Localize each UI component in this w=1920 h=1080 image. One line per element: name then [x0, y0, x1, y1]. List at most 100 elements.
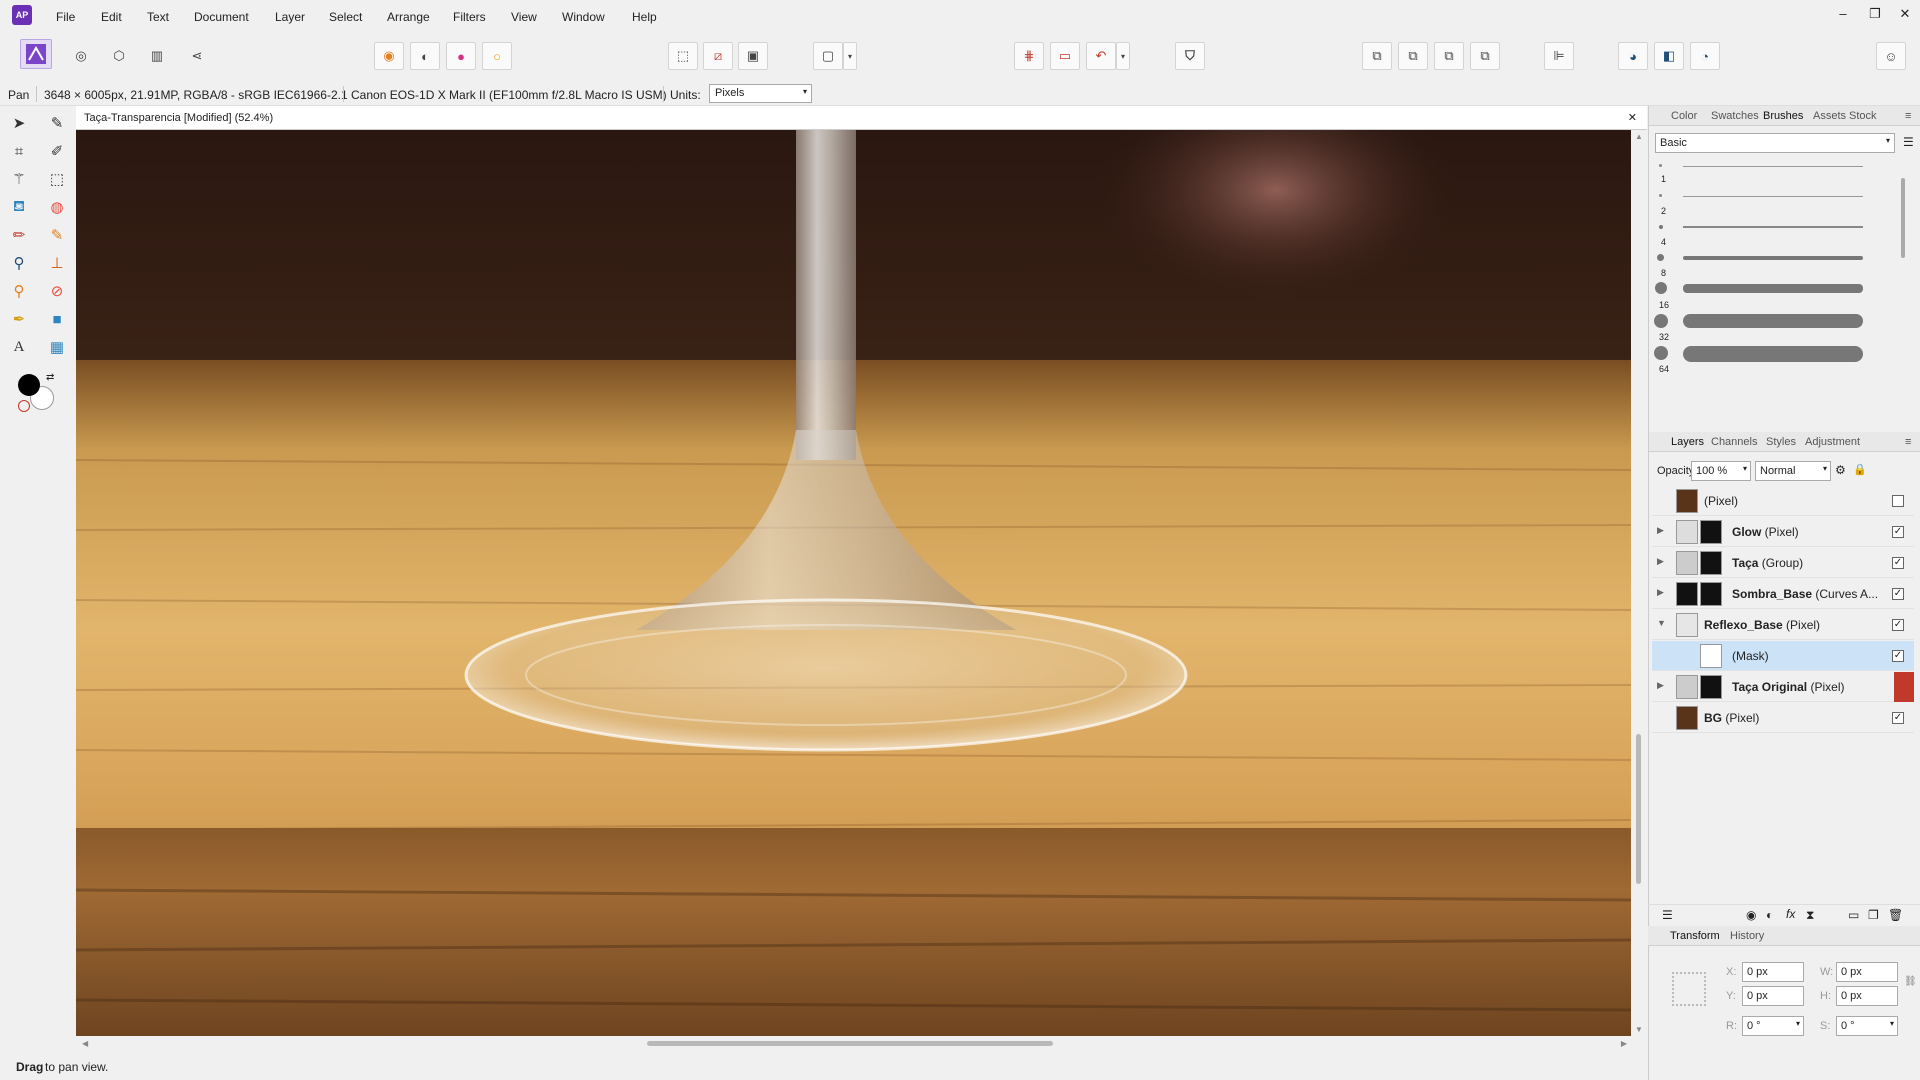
scroll-left-icon[interactable]: ◀: [82, 1039, 88, 1048]
units-select[interactable]: Pixels ▾: [709, 84, 812, 103]
brush-stroke-4[interactable]: [1683, 284, 1863, 293]
photo-persona-button[interactable]: [20, 39, 52, 69]
folder-icon[interactable]: ▭: [1848, 908, 1859, 922]
healing-tool[interactable]: ⊘: [44, 278, 70, 304]
layer-visibility-checkbox[interactable]: ✓: [1892, 588, 1904, 600]
erase-brush-tool[interactable]: ✎: [44, 222, 70, 248]
layer-visibility-checkbox[interactable]: ✓: [1892, 619, 1904, 631]
boolean-intersect-button[interactable]: ◔: [1690, 42, 1720, 70]
anchor-selector[interactable]: [1672, 972, 1706, 1006]
y-field[interactable]: 0 px: [1742, 986, 1804, 1006]
auto-levels-button[interactable]: ◉: [374, 42, 404, 70]
arrange-front-button[interactable]: ⧉: [1470, 42, 1500, 70]
menu-file[interactable]: File: [56, 10, 75, 24]
layer-visibility-checkbox[interactable]: ✓: [1892, 526, 1904, 538]
layer-visibility-checkbox[interactable]: [1892, 495, 1904, 507]
zoom-tool[interactable]: ⚲: [6, 250, 32, 276]
account-button[interactable]: ☺: [1876, 42, 1906, 70]
brush-stroke-0[interactable]: [1683, 166, 1863, 167]
dodge-tool[interactable]: ⚲: [6, 278, 32, 304]
mask-layer-icon[interactable]: ◉: [1746, 908, 1756, 922]
no-color-icon[interactable]: [18, 400, 30, 412]
tab-stock[interactable]: Stock: [1849, 110, 1877, 122]
canvas[interactable]: [76, 130, 1631, 1036]
blend-mode-select[interactable]: Normal ▾: [1755, 461, 1831, 481]
tab-assets[interactable]: Assets: [1813, 110, 1846, 122]
layer-row[interactable]: (Pixel): [1652, 486, 1914, 516]
brush-stroke-6[interactable]: [1683, 346, 1863, 362]
liquify-persona-button[interactable]: ◎: [66, 42, 96, 70]
w-field[interactable]: 0 px: [1836, 962, 1898, 982]
lock-icon[interactable]: 🔒: [1853, 463, 1867, 476]
restore-button[interactable]: ❐: [1866, 6, 1884, 22]
menu-select[interactable]: Select: [329, 10, 362, 24]
snapping-button[interactable]: ⋕: [1014, 42, 1044, 70]
flood-select-tool[interactable]: ⚚: [6, 166, 32, 192]
quick-mask-button[interactable]: ▢: [813, 42, 843, 70]
close-document-button[interactable]: ✕: [1628, 111, 1637, 124]
brush-panel-menu-icon[interactable]: ☰: [1903, 135, 1914, 149]
opacity-field[interactable]: 100 % ▾: [1691, 461, 1751, 481]
document-tab[interactable]: Taça-Transparencia [Modified] (52.4%) ✕: [76, 106, 1647, 130]
quick-mask-dropdown[interactable]: ▾: [843, 42, 857, 70]
tab-layers[interactable]: Layers: [1671, 436, 1704, 448]
layer-visibility-checkbox[interactable]: ✓: [1892, 557, 1904, 569]
tab-channels[interactable]: Channels: [1711, 436, 1757, 448]
brush-stroke-2[interactable]: [1683, 226, 1863, 228]
live-filter-icon[interactable]: ⧗: [1806, 908, 1814, 923]
align-button[interactable]: ⊫: [1544, 42, 1574, 70]
rectangle-tool[interactable]: ■: [44, 306, 70, 332]
force-pixel-button[interactable]: ▭: [1050, 42, 1080, 70]
menu-help[interactable]: Help: [632, 10, 657, 24]
brush-stroke-5[interactable]: [1683, 314, 1863, 328]
deselect-button[interactable]: ⧄: [703, 42, 733, 70]
tab-color[interactable]: Color: [1671, 110, 1697, 122]
layer-hidden-flag[interactable]: [1894, 672, 1914, 702]
minimize-button[interactable]: –: [1834, 6, 1852, 21]
arrange-back-button[interactable]: ⧉: [1362, 42, 1392, 70]
layer-visibility-checkbox[interactable]: ✓: [1892, 712, 1904, 724]
pen-tool[interactable]: ✒: [6, 306, 32, 332]
gear-icon[interactable]: ⚙: [1835, 463, 1846, 477]
auto-white-balance-button[interactable]: ○: [482, 42, 512, 70]
panel-menu-icon[interactable]: ≡: [1905, 110, 1911, 122]
layer-row[interactable]: ▶ Sombra_Base (Curves A... ✓: [1652, 579, 1914, 609]
snap-dropdown[interactable]: ▾: [1116, 42, 1130, 70]
mesh-warp-tool[interactable]: ▦: [44, 334, 70, 360]
tab-adjustment[interactable]: Adjustment: [1805, 436, 1860, 448]
x-field[interactable]: 0 px: [1742, 962, 1804, 982]
invert-selection-button[interactable]: ▣: [738, 42, 768, 70]
gradient-tool[interactable]: ◍: [44, 194, 70, 220]
paint-brush-tool[interactable]: ✏: [6, 222, 32, 248]
marquee-tool[interactable]: ⬚: [44, 166, 70, 192]
tab-styles[interactable]: Styles: [1766, 436, 1796, 448]
expand-icon[interactable]: ▶: [1657, 587, 1664, 598]
collapse-icon[interactable]: ▼: [1657, 618, 1666, 628]
brush-list-scrollbar[interactable]: [1901, 178, 1905, 258]
clone-tool[interactable]: ⊥: [44, 250, 70, 276]
adjustment-icon[interactable]: ◐: [1766, 908, 1773, 922]
tonemap-persona-button[interactable]: ▥: [142, 42, 172, 70]
layer-row-selected[interactable]: (Mask) ✓: [1652, 641, 1914, 671]
layer-row[interactable]: BG (Pixel) ✓: [1652, 703, 1914, 733]
tab-brushes[interactable]: Brushes: [1763, 110, 1803, 122]
boolean-add-button[interactable]: ◕: [1618, 42, 1648, 70]
menu-filters[interactable]: Filters: [453, 10, 486, 24]
fx-icon[interactable]: fx: [1786, 907, 1795, 921]
brush-category-select[interactable]: Basic ▾: [1655, 133, 1895, 153]
link-icon[interactable]: ⛓: [1904, 976, 1917, 987]
scroll-right-icon[interactable]: ▶: [1621, 1039, 1627, 1048]
arrange-forward-button[interactable]: ⧉: [1434, 42, 1464, 70]
menu-view[interactable]: View: [511, 10, 537, 24]
swap-colors-icon[interactable]: ⇄: [46, 372, 54, 383]
menu-text[interactable]: Text: [147, 10, 169, 24]
menu-document[interactable]: Document: [194, 10, 249, 24]
close-window-button[interactable]: ✕: [1896, 6, 1914, 22]
new-layer-icon[interactable]: ❐: [1868, 908, 1879, 922]
color-picker-tool[interactable]: ✎: [44, 110, 70, 136]
layer-row[interactable]: ▶ Taça (Group) ✓: [1652, 548, 1914, 578]
undo-snap-button[interactable]: ↶: [1086, 42, 1116, 70]
primary-color-swatch[interactable]: [18, 374, 40, 396]
develop-persona-button[interactable]: ⬡: [104, 42, 134, 70]
layer-row[interactable]: ▶ Glow (Pixel) ✓: [1652, 517, 1914, 547]
